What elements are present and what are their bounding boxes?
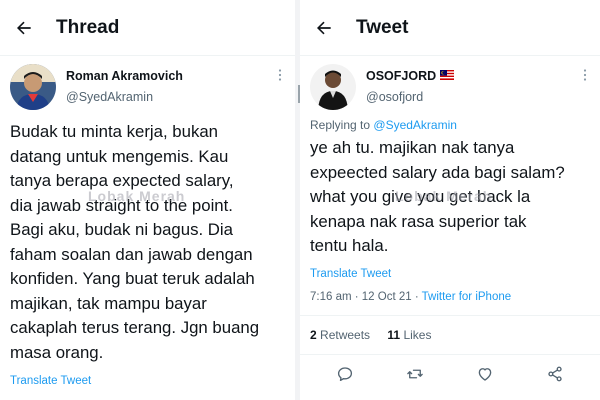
more-vertical-icon [278, 69, 282, 81]
more-button[interactable] [578, 68, 592, 87]
page-title: Thread [56, 16, 120, 38]
more-button[interactable] [273, 68, 287, 87]
timestamp[interactable]: 7:16 am · 12 Oct 21 · [310, 291, 422, 303]
author-handle[interactable]: @osofjord [366, 90, 454, 104]
reply-button[interactable] [336, 365, 354, 388]
back-button[interactable] [302, 18, 346, 38]
author-name[interactable]: OSOFJORD [366, 69, 455, 83]
comment-icon [337, 367, 353, 382]
retweets-stat[interactable]: 2 Retweets [310, 328, 370, 342]
tweet-header: Tweet [300, 0, 600, 56]
likes-label: Likes [403, 327, 432, 342]
author-handle[interactable]: @SyedAkramin [66, 90, 183, 104]
author-name[interactable]: Roman Akramovich [66, 69, 183, 83]
engagement-stats: 2 Retweets 11 Likes [300, 316, 600, 355]
avatar[interactable] [10, 64, 56, 110]
arrow-left-icon [317, 21, 331, 34]
malaysia-flag-icon [440, 69, 455, 83]
tweet-meta: 7:16 am · 12 Oct 21 · Twitter for iPhone [300, 291, 600, 316]
translate-link[interactable]: Translate Tweet [300, 268, 600, 280]
heart-icon [478, 368, 492, 381]
retweets-count: 2 [310, 327, 317, 342]
translate-link[interactable]: Translate Tweet [0, 375, 295, 387]
back-button[interactable] [2, 18, 46, 38]
replying-prefix: Replying to [310, 118, 371, 132]
share-button[interactable] [546, 365, 564, 388]
retweet-icon [407, 369, 423, 379]
tweet-text: Budak tu minta kerja, bukan datang untuk… [10, 122, 260, 362]
thread-header: Thread [0, 0, 295, 56]
tweet-actions [300, 355, 600, 399]
avatar[interactable] [310, 64, 356, 110]
source-link[interactable]: Twitter for iPhone [422, 291, 511, 303]
replying-to: Replying to @SyedAkramin [300, 118, 600, 132]
more-vertical-icon [583, 69, 587, 81]
watermark: Lobak Merah [88, 188, 186, 204]
page-title: Tweet [356, 16, 409, 38]
watermark: Lobak Merah [395, 188, 493, 204]
author-name-text: OSOFJORD [366, 69, 437, 83]
tweet-author: Roman Akramovich @SyedAkramin [0, 56, 295, 118]
share-icon [548, 366, 562, 382]
like-button[interactable] [476, 365, 494, 388]
likes-count: 11 [387, 327, 401, 342]
tweet-author: OSOFJORD @osofjord [300, 56, 600, 118]
retweets-label: Retweets [320, 327, 371, 342]
retweet-button[interactable] [406, 365, 424, 388]
likes-stat[interactable]: 11 Likes [387, 328, 431, 342]
replying-handle-link[interactable]: @SyedAkramin [373, 118, 457, 132]
arrow-left-icon [17, 21, 31, 34]
